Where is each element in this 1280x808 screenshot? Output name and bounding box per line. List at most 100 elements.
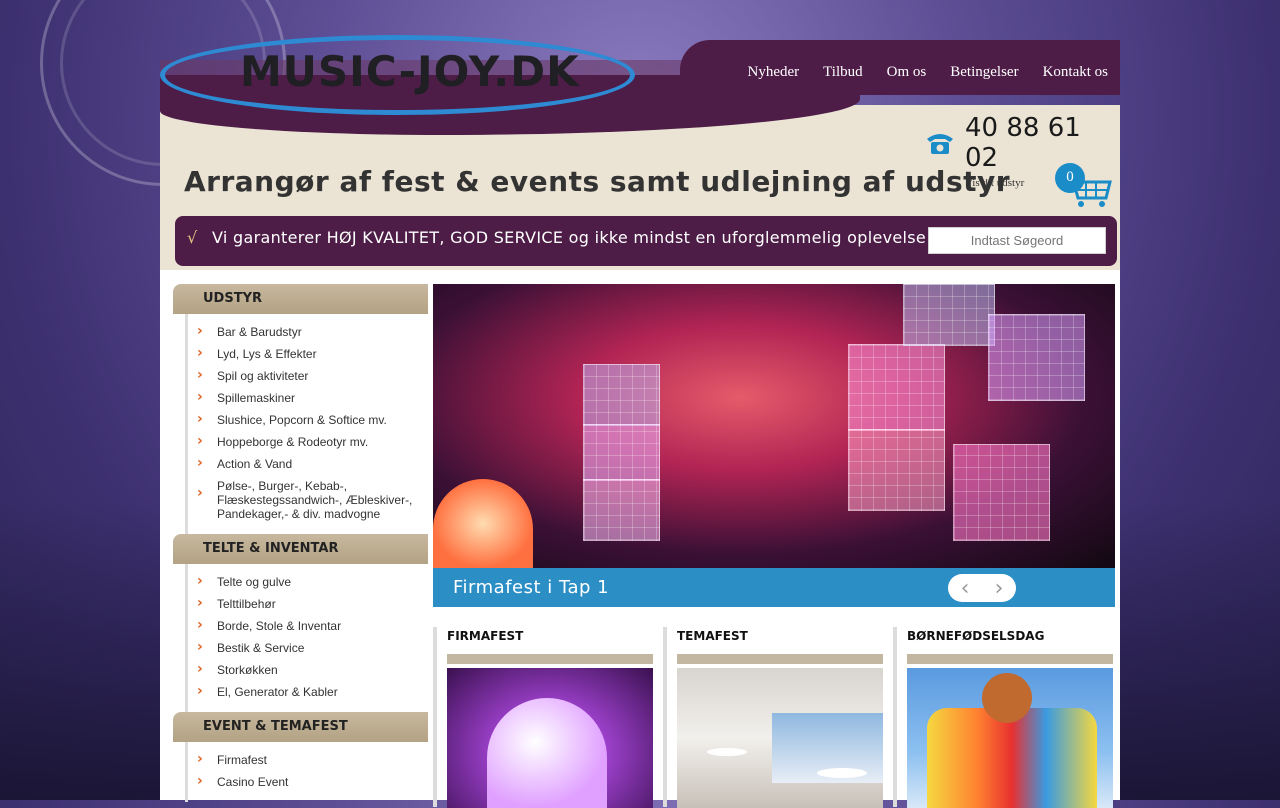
sidebar-list: › Bar & Barudstyr › Lyd, Lys & Effekter › S… — [185, 314, 428, 534]
sidebar-item[interactable]: › Bestik & Service — [188, 638, 428, 660]
sidebar-item-label[interactable]: Spillemaskiner — [217, 391, 295, 405]
chevron-right-icon: › — [197, 661, 203, 677]
header: MUSIC-JOY.DK Nyheder Tilbud Om os Beting… — [160, 0, 1120, 270]
slide-caption: Firmafest i Tap 1 — [453, 577, 610, 598]
box-image[interactable] — [677, 668, 883, 808]
sidebar-item[interactable]: › Pølse-, Burger-, Kebab-, Flæskestegssan… — [188, 476, 428, 526]
sidebar-section-title: TELTE & INVENTAR — [203, 541, 339, 556]
nav-item-nyheder[interactable]: Nyheder — [748, 64, 800, 81]
guarantee-banner: √ Vi garanterer HØJ KVALITET, GOD SERVIC… — [175, 216, 1117, 266]
sidebar-item-label[interactable]: Pølse-, Burger-, Kebab-, Flæskestegssand… — [217, 479, 412, 521]
sidebar-list: › Telte og gulve › Telttilbehør › Borde, St… — [185, 564, 428, 712]
stage-cube — [583, 479, 660, 541]
chevron-right-icon: › — [197, 323, 203, 339]
stage-cube — [848, 344, 945, 431]
chevron-right-icon: › — [197, 751, 203, 767]
sidebar-item-label[interactable]: Spil og aktiviteter — [217, 369, 308, 383]
stage-cube — [988, 314, 1085, 401]
sidebar-item-label[interactable]: Storkøkken — [217, 663, 278, 677]
sidebar-item[interactable]: › El, Generator & Kabler — [188, 682, 428, 704]
stage-cube — [583, 424, 660, 481]
sidebar-item[interactable]: › Storkøkken — [188, 660, 428, 682]
sidebar-item[interactable]: › Hoppeborge & Rodeotyr mv. — [188, 432, 428, 454]
sidebar-item[interactable]: › Telttilbehør — [188, 594, 428, 616]
nav-item-betingelser[interactable]: Betingelser — [950, 64, 1018, 81]
nav-item-tilbud[interactable]: Tilbud — [823, 64, 862, 81]
sidebar-item-label[interactable]: Slushice, Popcorn & Softice mv. — [217, 413, 387, 427]
chevron-right-icon: › — [197, 485, 203, 501]
nav-item-om-os[interactable]: Om os — [887, 64, 927, 81]
sidebar-item[interactable]: › Casino Event — [188, 772, 428, 794]
crowd-silhouette-left — [0, 500, 170, 800]
search-input[interactable] — [928, 227, 1106, 254]
chevron-right-icon: › — [197, 639, 203, 655]
chevron-right-icon: › — [197, 345, 203, 361]
sidebar-section-udstyr[interactable]: UDSTYR — [173, 284, 428, 314]
sidebar-section-telte-inventar[interactable]: TELTE & INVENTAR — [173, 534, 428, 564]
mascot — [982, 673, 1032, 723]
stage-cube — [903, 284, 995, 346]
page-title: Arrangør af fest & events samt udlejning… — [184, 165, 1011, 198]
standing-table — [707, 748, 747, 756]
image-slider[interactable]: Firmafest i Tap 1 ‹ › — [433, 284, 1115, 607]
chevron-right-icon: › — [197, 455, 203, 471]
chevron-right-icon: › — [197, 433, 203, 449]
sidebar-item-label[interactable]: Hoppeborge & Rodeotyr mv. — [217, 435, 368, 449]
sidebar-item-label[interactable]: Action & Vand — [217, 457, 292, 471]
box-bar — [677, 654, 883, 664]
bouncy-castle — [927, 708, 1097, 808]
feature-box-firmafest[interactable]: FIRMAFEST — [433, 627, 655, 808]
logo-text: MUSIC-JOY.DK — [240, 47, 580, 96]
box-title[interactable]: FIRMAFEST — [447, 629, 523, 643]
logo[interactable]: MUSIC-JOY.DK — [160, 25, 635, 115]
page-container: MUSIC-JOY.DK Nyheder Tilbud Om os Beting… — [160, 0, 1120, 808]
sidebar-item[interactable]: › Spillemaskiner — [188, 388, 428, 410]
sidebar-item[interactable]: › Telte og gulve — [188, 572, 428, 594]
box-bar — [907, 654, 1113, 664]
box-title[interactable]: TEMAFEST — [677, 629, 748, 643]
chevron-right-icon: › — [197, 367, 203, 383]
banner-text: Vi garanterer HØJ KVALITET, GOD SERVICE … — [212, 228, 927, 247]
inflatable-dome — [433, 479, 533, 568]
sidebar-item-label[interactable]: El, Generator & Kabler — [217, 685, 338, 699]
feature-box-temafest[interactable]: TEMAFEST — [663, 627, 885, 808]
cart[interactable]: Vis dit udstyr 0 — [965, 160, 1115, 210]
sidebar-item[interactable]: › Action & Vand — [188, 454, 428, 476]
sidebar-item[interactable]: › Bar & Barudstyr — [188, 322, 428, 344]
chevron-left-icon[interactable]: ‹ — [961, 576, 970, 601]
chevron-right-icon: › — [197, 683, 203, 699]
nav-item-kontakt-os[interactable]: Kontakt os — [1043, 64, 1108, 81]
sidebar-item-label[interactable]: Telte og gulve — [217, 575, 291, 589]
main-nav: Nyheder Tilbud Om os Betingelser Kontakt… — [748, 64, 1108, 81]
chevron-right-icon[interactable]: › — [995, 576, 1004, 601]
sidebar-item[interactable]: › Borde, Stole & Inventar — [188, 616, 428, 638]
stage-cube — [583, 364, 660, 426]
crowd-silhouette-right — [1110, 500, 1280, 800]
sidebar-item-label[interactable]: Firmafest — [217, 753, 267, 767]
sidebar-item-label[interactable]: Bar & Barudstyr — [217, 325, 302, 339]
sidebar-item[interactable]: › Firmafest — [188, 750, 428, 772]
sidebar-item[interactable]: › Lyd, Lys & Effekter — [188, 344, 428, 366]
box-bar — [447, 654, 653, 664]
sidebar-item-label[interactable]: Bestik & Service — [217, 641, 304, 655]
sidebar-item-label[interactable]: Telttilbehør — [217, 597, 276, 611]
box-image[interactable] — [447, 668, 653, 808]
sidebar-section-title: UDSTYR — [203, 291, 263, 306]
slide-image[interactable] — [433, 284, 1115, 568]
sidebar-item-label[interactable]: Lyd, Lys & Effekter — [217, 347, 317, 361]
sidebar-item-label[interactable]: Borde, Stole & Inventar — [217, 619, 341, 633]
feature-box-bornefodselsdag[interactable]: BØRNEFØDSELSDAG — [893, 627, 1115, 808]
cart-count-badge[interactable]: 0 — [1055, 163, 1085, 193]
box-divider — [893, 627, 897, 807]
sidebar-item-label[interactable]: Casino Event — [217, 775, 288, 789]
chevron-right-icon: › — [197, 595, 203, 611]
sidebar-item[interactable]: › Slushice, Popcorn & Softice mv. — [188, 410, 428, 432]
check-icon: √ — [187, 228, 198, 247]
sidebar-item[interactable]: › Spil og aktiviteter — [188, 366, 428, 388]
sidebar-section-event-temafest[interactable]: EVENT & TEMAFEST — [173, 712, 428, 742]
box-image[interactable] — [907, 668, 1113, 808]
box-divider — [433, 627, 437, 807]
chevron-right-icon: › — [197, 389, 203, 405]
cart-link[interactable]: Vis dit udstyr — [965, 177, 1024, 189]
box-title[interactable]: BØRNEFØDSELSDAG — [907, 629, 1044, 643]
